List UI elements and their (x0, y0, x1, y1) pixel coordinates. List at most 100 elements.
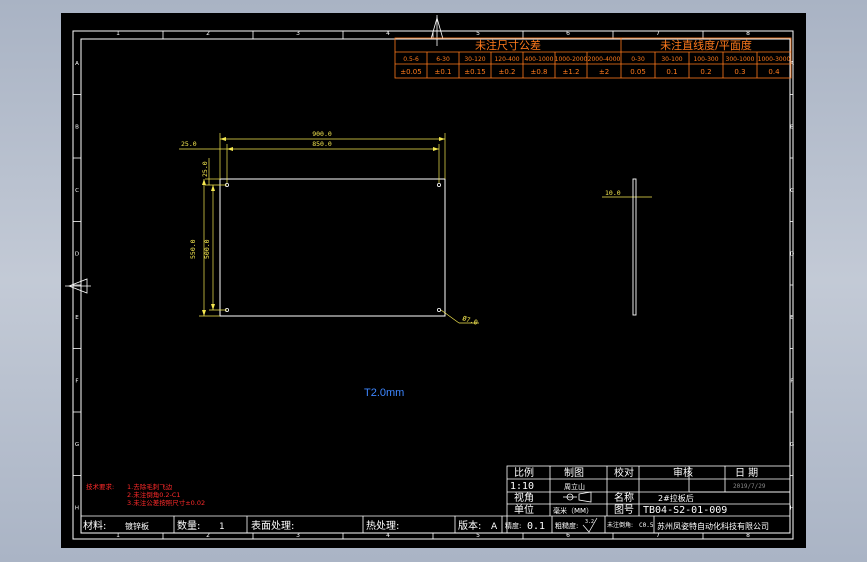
zone-row-markers: A AB BC CD DE EF FG GH H (73, 61, 794, 511)
linear-value-cell: ±0.8 (531, 68, 548, 76)
zone-column-label-top: 2 (206, 30, 210, 37)
tb-projection-label: 视角 (514, 491, 534, 504)
sheet-inner-border (80, 38, 791, 534)
side-view-profile (632, 178, 637, 316)
dim-overall-height: 550.0 (189, 239, 197, 259)
tb-drawn-value: 周立山 (564, 482, 585, 491)
zone-row-label-left: B (75, 124, 79, 130)
tb-review-label: 审核 (673, 466, 693, 479)
flatness-value-cell: 0.3 (734, 68, 745, 76)
zone-row-label-right: D (790, 251, 794, 257)
flatness-range-cell: 30-100 (661, 56, 682, 63)
linear-range-cell: 120-400 (494, 56, 519, 63)
tb-date-value: 2019/7/29 (733, 483, 766, 490)
linear-value-cell: ±1.2 (563, 68, 580, 76)
tb-drawing-no-value: TB04-S2-01-009 (643, 505, 727, 516)
tb-date-label: 日 期 (735, 467, 758, 479)
zone-column-label-top: 1 (116, 30, 120, 37)
tb-quantity-label: 数量: (177, 519, 200, 532)
zone-column-label-top: 6 (566, 30, 570, 37)
zone-row-label-right: G (790, 442, 794, 448)
tb-precision-label: 精度: (505, 521, 521, 530)
flatness-value-cell: 0.4 (768, 68, 780, 76)
sheet-outer-border (72, 30, 794, 540)
linear-range-cell: 1000-2000 (555, 56, 588, 63)
tb-heat-label: 热处理: (366, 519, 399, 532)
tech-note-2: 2.未注倒角0.2-C1 (127, 490, 181, 499)
thickness-note: T2.0mm (364, 387, 404, 399)
linear-range-cell: 2000-4000 (588, 56, 621, 63)
linear-range-cell: 0.5-6 (403, 56, 419, 63)
zone-row-label-left: F (75, 378, 78, 384)
dimension-arrows (202, 137, 445, 316)
zone-row-label-right: C (790, 188, 794, 194)
tb-unit-label: 单位 (514, 503, 534, 516)
tech-note-3: 3.未注公差按照尺寸±0.02 (127, 498, 205, 507)
linear-range-cell: 30-120 (464, 56, 485, 63)
tb-precision-value: 0.1 (527, 521, 545, 532)
flatness-range-cell: 100-300 (693, 56, 718, 63)
linear-value-cell: ±0.2 (499, 68, 516, 76)
dim-hole-diameter: Ø7.0 (461, 314, 478, 326)
zone-column-label-bottom: 2 (206, 532, 210, 539)
zone-column-label-top: 8 (746, 30, 750, 37)
zone-column-label-top: 4 (386, 30, 390, 37)
tb-check-label: 校对 (614, 466, 634, 479)
tb-quantity-value: 1 (219, 522, 224, 532)
zone-column-label-bottom: 5 (476, 532, 480, 539)
flatness-range-cell: 0-30 (631, 56, 645, 63)
zone-row-label-right: F (790, 378, 793, 384)
linear-range-cells: 0.5-6 6-30 30-120 120-400 400-1000 1000-2000 2… (403, 56, 620, 63)
flatness-range-cell: 300-1000 (726, 56, 755, 63)
tb-name-label: 名称 (614, 491, 634, 504)
flatness-value-cell: 0.05 (630, 68, 646, 76)
cad-viewport[interactable]: 1122334455667788 AABBCCDDEEFFGGHH 未注尺寸公差… (61, 13, 806, 548)
zone-row-label-left: C (75, 188, 79, 194)
dimension-lines (179, 133, 652, 324)
tb-version-value: A (491, 522, 498, 532)
zone-column-label-bottom: 4 (386, 532, 390, 539)
zone-row-label-left: H (75, 505, 79, 511)
dim-side-thickness: 10.0 (605, 189, 621, 197)
tb-surface-label: 表面处理: (251, 519, 294, 532)
tb-company: 苏州凤姿特自动化科技有限公司 (657, 521, 769, 531)
flatness-value-cell: 0.2 (700, 68, 711, 76)
zone-column-label-bottom: 3 (296, 532, 300, 539)
linear-value-cell: ±0.05 (400, 68, 421, 76)
zone-row-label-left: D (75, 251, 79, 257)
dim-edge-offset-x: 25.0 (181, 140, 197, 148)
tb-version-label: 版本: (458, 519, 481, 532)
tb-scale-label: 比例 (514, 466, 534, 479)
tb-material-value: 镀锌板 (125, 521, 149, 531)
mounting-hole (436, 182, 441, 187)
zone-row-label-right: E (790, 315, 794, 321)
tb-chamfer-value: C0.5 (639, 522, 654, 529)
tb-chamfer-label: 未注倒角: (607, 521, 633, 529)
zone-column-label-top: 5 (476, 30, 480, 37)
zone-row-label-left: E (75, 315, 79, 321)
dim-hole-spacing-x: 850.0 (312, 140, 332, 148)
linear-range-cell: 400-1000 (525, 56, 554, 63)
zone-column-label-top: 3 (296, 30, 300, 37)
zone-row-label-left: A (75, 61, 79, 67)
zone-column-markers: 1122334455667788 (116, 30, 750, 539)
tb-name-value: 2#拉板后 (658, 493, 694, 503)
tb-roughness-value: 3.2 (585, 519, 594, 525)
zone-column-label-bottom: 1 (116, 532, 120, 539)
linear-value-cell: ±0.1 (435, 68, 452, 76)
dim-hole-spacing-y: 500.0 (203, 239, 211, 259)
linear-value-cell: ±0.15 (464, 68, 485, 76)
dim-edge-offset-y: 25.0 (201, 161, 209, 177)
zone-row-label-right: B (790, 124, 794, 130)
tb-scale-value: 1:10 (510, 481, 534, 492)
mounting-hole (436, 307, 441, 312)
linear-range-cell: 6-30 (436, 56, 450, 63)
engineering-drawing: 1122334455667788 A AB BC CD DE EF FG GH H 未注尺寸公差… (65, 15, 794, 540)
linear-value-cells: ±0.05 ±0.1 ±0.15 ±0.2 ±0.8 ±1.2 ±2 (400, 68, 609, 76)
linear-value-cell: ±2 (599, 68, 609, 76)
flatness-value-cells: 0.05 0.1 0.2 0.3 0.4 (630, 68, 780, 76)
dim-overall-width: 900.0 (312, 130, 332, 138)
flatness-range-cell: 1000-3000 (758, 56, 791, 63)
plate-outline (219, 178, 446, 317)
linear-tolerance-title: 未注尺寸公差 (475, 38, 541, 52)
